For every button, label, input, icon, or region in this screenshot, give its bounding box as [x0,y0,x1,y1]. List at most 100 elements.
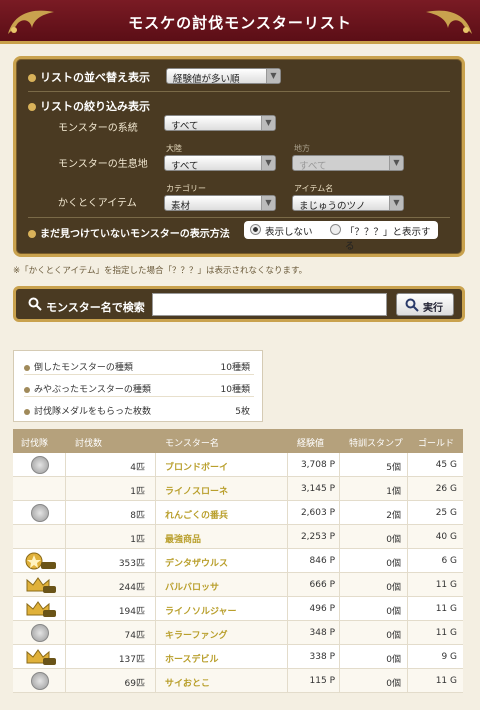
column-divider [155,645,156,668]
monster-name-link[interactable]: キラーファング [165,628,227,641]
column-divider [65,453,66,476]
column-divider [339,477,340,500]
category-select[interactable]: 素材 ▼ [164,195,276,212]
stamp-value: 0個 [386,535,401,545]
stamp-value: 0個 [386,607,401,617]
table-header: 討伐隊 討伐数 モンスター名 経験値 特訓スタンプ ゴールド [13,429,463,453]
execute-button-label: 実行 [423,303,443,314]
monster-name-link[interactable]: れんごくの番兵 [165,508,228,521]
gold-value: 40 G [435,532,457,542]
habitat-label: モンスターの生息地 [58,159,148,170]
column-divider [339,645,340,668]
column-divider [155,573,156,596]
page-header: モスケの討伐モンスターリスト [0,0,480,44]
stamp-value: 0個 [386,631,401,641]
item-note: ※「かくとくアイテム」を指定した場合「？？？」は表示されなくなります。 [13,266,308,276]
column-divider [65,669,66,692]
monster-name-link[interactable]: デンタザウルス [165,556,228,569]
column-divider [155,525,156,548]
column-divider [407,669,408,692]
exp-value: 338 P [309,652,335,662]
radio-hide[interactable] [250,224,261,235]
gold-value: 6 G [441,556,457,566]
col-count: 討伐数 [75,439,103,449]
itemname-select[interactable]: まじゅうのツノ ▼ [292,195,404,212]
divider [28,91,450,92]
continent-label: 大陸 [166,144,182,153]
radio-show[interactable] [330,224,341,235]
gold-value: 26 G [435,484,457,494]
stats-box: 倒したモンスターの種類 10種類 みやぶったモンスターの種類 10種類 討伐隊メ… [13,350,263,422]
search-bar: モンスター名で検索 実行 [13,286,465,322]
column-divider [65,597,66,620]
chevron-down-icon: ▼ [261,156,275,170]
column-divider [407,645,408,668]
column-divider [339,621,340,644]
kill-count: 8匹 [130,511,145,521]
ornament-icon [426,10,472,34]
item-label: かくとくアイテム [58,198,137,209]
column-divider [287,621,288,644]
monster-name-link[interactable]: ライノソルジャー [165,604,237,617]
monster-name-link[interactable]: ブロンドボーイ [165,460,228,473]
monster-name-link[interactable]: 最強商品 [165,532,201,545]
gold-value: 9 G [441,652,457,662]
column-divider [407,525,408,548]
radio-hide-label[interactable]: 表示しない [265,224,313,238]
column-divider [65,645,66,668]
column-divider [407,501,408,524]
continent-select[interactable]: すべて ▼ [164,155,276,172]
stamp-value: 5個 [386,463,401,473]
chevron-down-icon: ▼ [261,196,275,210]
monster-name-link[interactable]: サイおとこ [165,676,210,689]
bullet-icon [24,408,30,415]
sort-select[interactable]: 経験値が多い順 ▼ [166,68,281,85]
column-divider [65,477,66,500]
table-row: 74匹 キラーファング 348 P 0個 11 G [13,621,463,645]
column-divider [65,525,66,548]
column-divider [407,549,408,572]
category-label: カテゴリー [166,184,206,193]
column-divider [155,477,156,500]
kill-count: 74匹 [124,631,145,641]
column-divider [155,621,156,644]
filter-panel: リストの並べ替え表示 経験値が多い順 ▼ リストの絞り込み表示 モンスターの系統 … [13,56,465,257]
gold-value: 11 G [435,628,457,638]
chevron-down-icon: ▼ [389,196,403,210]
stamp-value: 0個 [386,583,401,593]
gold-value: 11 G [435,676,457,686]
execute-button[interactable]: 実行 [396,293,454,316]
column-divider [287,573,288,596]
column-divider [287,525,288,548]
table-row: 137匹 ホースデビル 338 P 0個 9 G [13,645,463,669]
crown-icon [26,577,56,593]
column-divider [287,597,288,620]
chevron-down-icon: ▼ [389,156,403,170]
lineage-select[interactable]: すべて ▼ [164,115,276,132]
stat-row: みやぶったモンスターの種類 10種類 [24,377,254,397]
table-row: 1匹 ライノスローネ 3,145 P 1個 26 G [13,477,463,501]
medal-icon [31,672,49,690]
page-title: モスケの討伐モンスターリスト [128,14,352,32]
medal-icon [31,456,49,474]
gold-value: 11 G [435,580,457,590]
exp-value: 846 P [309,556,335,566]
column-divider [155,549,156,572]
monster-name-link[interactable]: バルバロッサ [165,580,219,593]
column-divider [339,597,340,620]
region-select[interactable]: すべて ▼ [292,155,404,172]
table-row: 353匹 デンタザウルス 846 P 0個 6 G [13,549,463,573]
monster-name-link[interactable]: ホースデビル [165,652,219,665]
radio-show-label[interactable]: 「？？？」と表示する [345,224,438,252]
kill-count: 1匹 [130,535,145,545]
column-divider [287,645,288,668]
column-divider [287,549,288,572]
column-divider [407,597,408,620]
table-row: 1匹 最強商品 2,253 P 0個 40 G [13,525,463,549]
kill-count: 69匹 [124,679,145,689]
bullet-icon [24,364,30,371]
column-divider [339,669,340,692]
monster-name-link[interactable]: ライノスローネ [165,484,228,497]
search-input[interactable] [152,293,387,316]
column-divider [407,573,408,596]
